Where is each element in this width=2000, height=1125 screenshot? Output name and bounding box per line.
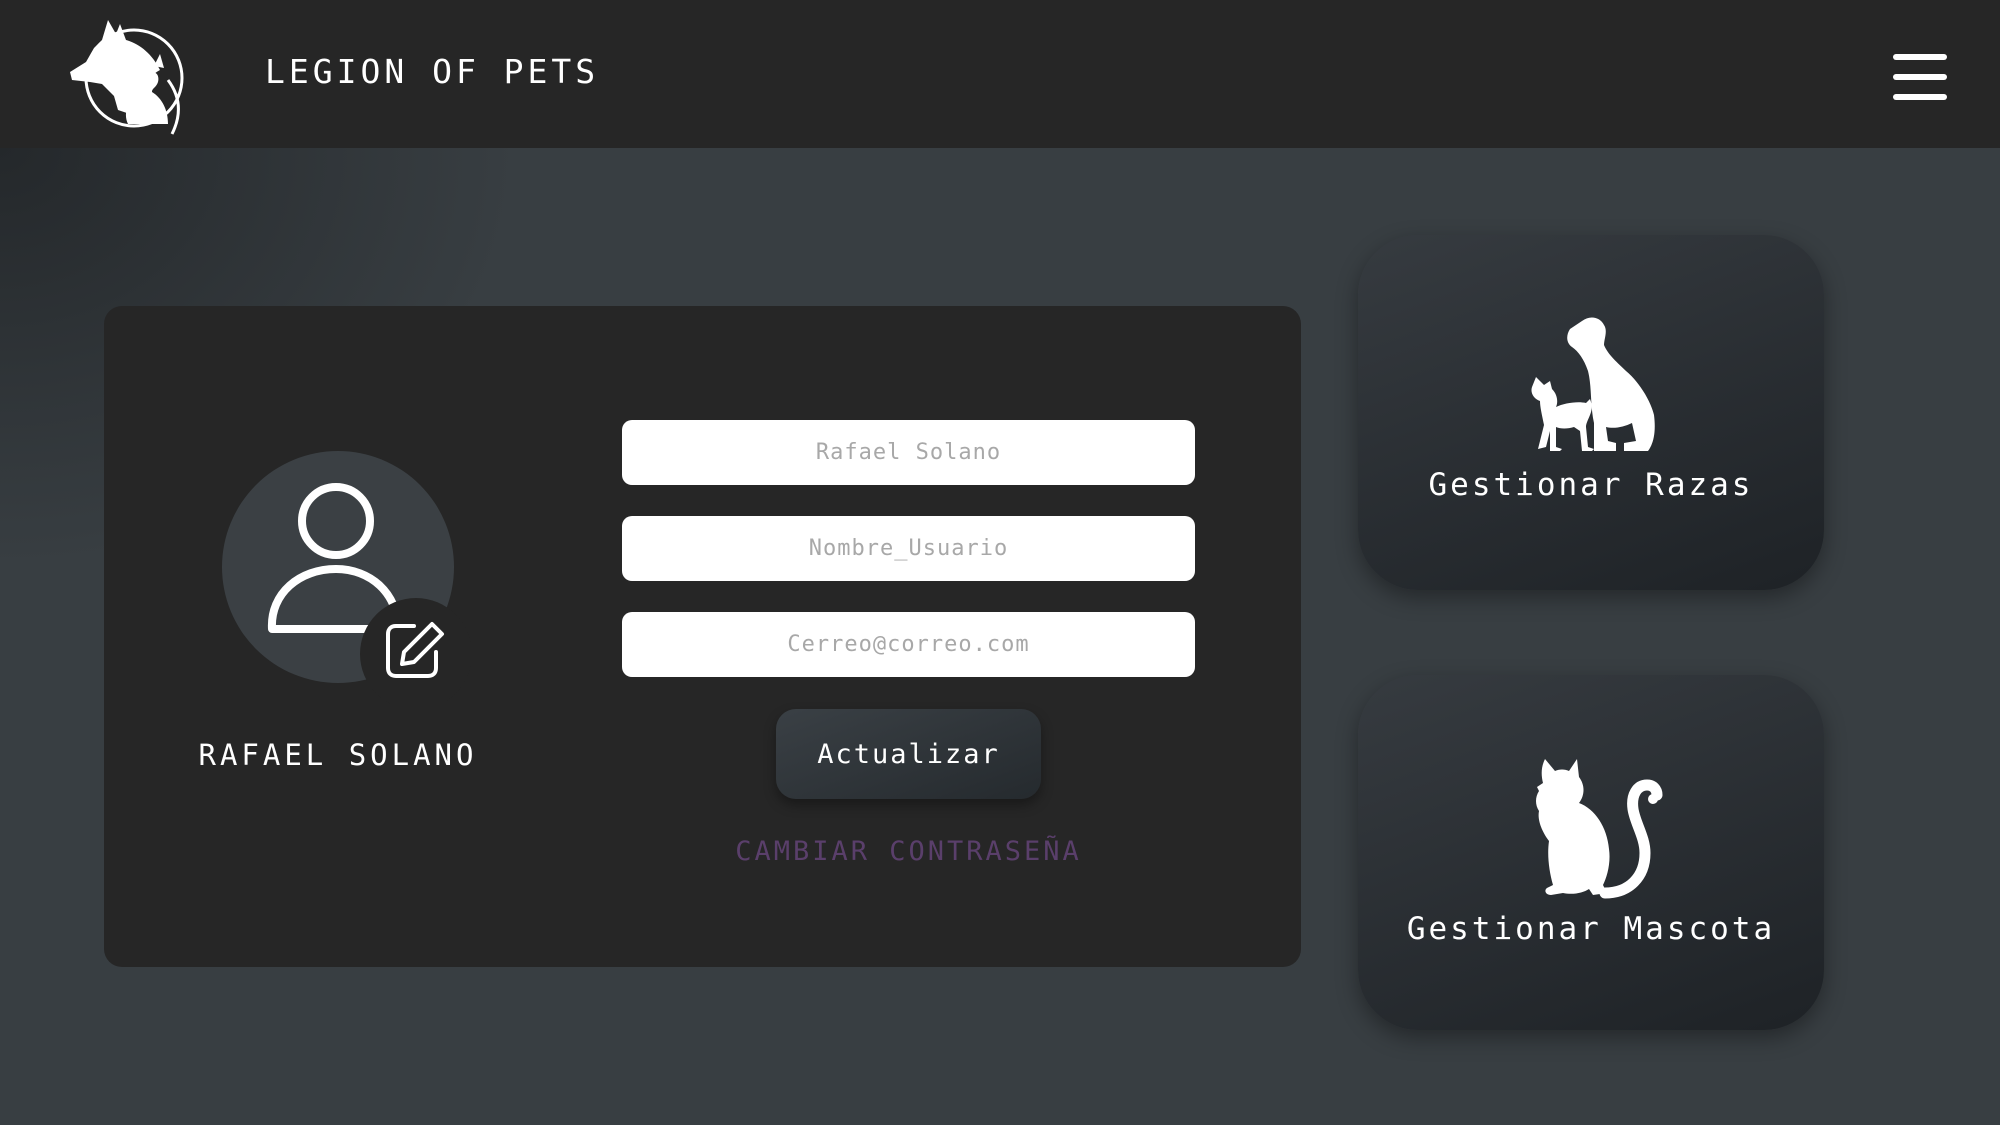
update-button[interactable]: Actualizar: [776, 709, 1041, 799]
app-title[interactable]: LEGION OF PETS: [265, 52, 599, 91]
edit-pencil-icon: [386, 622, 444, 678]
hamburger-menu-icon[interactable]: [1893, 54, 1947, 100]
edit-avatar-button[interactable]: [360, 598, 472, 710]
change-password-link[interactable]: CAMBIAR CONTRASEÑA: [622, 836, 1195, 867]
profile-card: RAFAEL SOLANO Actualizar CAMBIAR CONTRAS…: [104, 306, 1301, 967]
top-navbar: LEGION OF PETS: [0, 0, 2000, 148]
manage-pets-label: Gestionar Mascota: [1406, 911, 1776, 947]
pets-logo-icon[interactable]: [68, 18, 192, 136]
full-name-input[interactable]: [622, 420, 1195, 485]
manage-breeds-tile[interactable]: Gestionar Razas: [1358, 235, 1824, 590]
manage-breeds-label: Gestionar Razas: [1428, 467, 1754, 503]
dogs-icon: [1531, 317, 1655, 451]
cat-icon: [1536, 759, 1663, 899]
profile-name: RAFAEL SOLANO: [198, 738, 478, 772]
manage-pets-tile[interactable]: Gestionar Mascota: [1358, 675, 1824, 1030]
username-input[interactable]: [622, 516, 1195, 581]
email-input[interactable]: [622, 612, 1195, 677]
